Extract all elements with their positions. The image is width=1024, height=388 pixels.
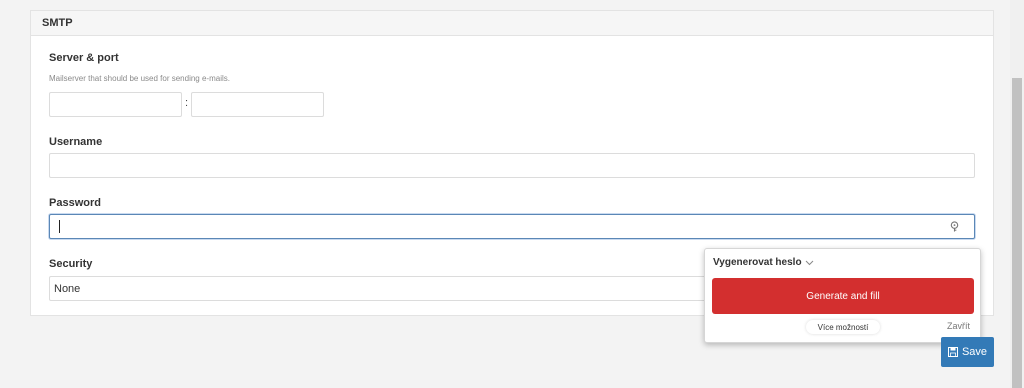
settings-page: SMTP Server & port Mailserver that shoul… — [0, 0, 1024, 388]
username-label: Username — [49, 136, 103, 148]
security-selected-value: None — [54, 283, 81, 295]
username-input[interactable] — [49, 153, 975, 178]
close-link[interactable]: Zavřít — [947, 321, 970, 331]
more-options-button[interactable]: Více možností — [806, 320, 880, 334]
page-scrollbar[interactable] — [1010, 0, 1024, 388]
generate-password-dropdown[interactable]: Vygenerovat heslo — [713, 257, 814, 268]
server-help-text: Mailserver that should be used for sendi… — [49, 74, 230, 83]
server-host-input[interactable] — [49, 92, 182, 117]
chevron-down-icon — [805, 260, 813, 265]
port-separator: : — [185, 97, 189, 109]
floppy-disk-icon — [947, 347, 958, 357]
panel-title: SMTP — [31, 11, 993, 36]
password-generator-popup: Vygenerovat heslo Generate and fill Více… — [704, 248, 981, 343]
save-button-label: Save — [961, 346, 988, 358]
security-label: Security — [49, 258, 93, 270]
generate-and-fill-button[interactable]: Generate and fill — [712, 278, 974, 314]
password-input[interactable] — [49, 214, 975, 239]
key-icon[interactable] — [949, 221, 960, 232]
text-cursor — [59, 220, 60, 233]
server-port-input[interactable] — [191, 92, 324, 117]
save-button[interactable]: Save — [941, 337, 994, 367]
password-label: Password — [49, 197, 101, 209]
scrollbar-thumb[interactable] — [1012, 78, 1022, 388]
popup-title-label: Vygenerovat heslo — [713, 257, 802, 268]
server-port-label: Server & port — [49, 52, 119, 64]
